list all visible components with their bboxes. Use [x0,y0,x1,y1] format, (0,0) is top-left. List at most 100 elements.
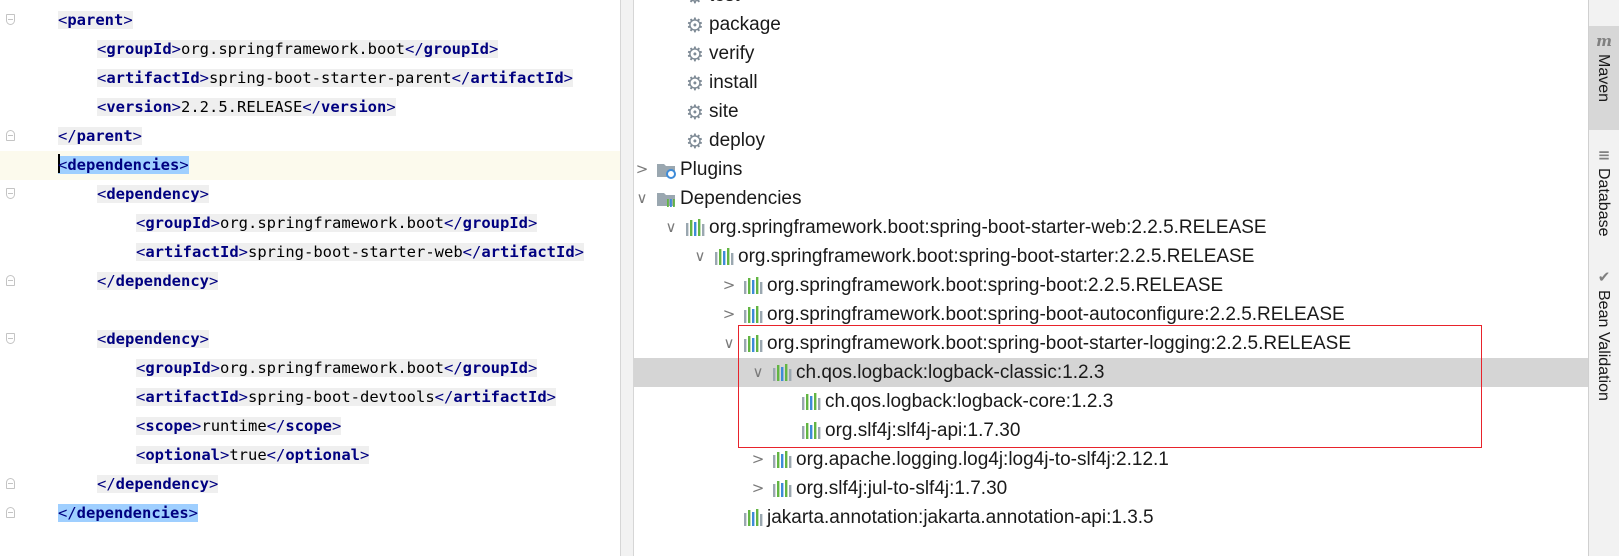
tree-node-label: org.springframework.boot:spring-boot-sta… [738,246,1255,267]
tree-node[interactable]: > org.springframework.boot:spring-boot-au… [634,300,1588,329]
tree-node[interactable]: > org.apache.logging.log4j:log4j-to-slf4j… [634,445,1588,474]
tree-node[interactable]: > Plugins [634,155,1588,184]
tree-node[interactable]: org.slf4j:slf4j-api:1.7.30 [634,416,1588,445]
tree-node-label: org.springframework.boot:spring-boot-sta… [767,333,1352,354]
tag-bracket: > [488,40,499,58]
tag-name: dependency [115,475,209,493]
code-line[interactable]: <optional>true</optional> [0,441,620,470]
tree-node[interactable]: ⚙ package [634,10,1588,39]
maven-tree[interactable]: ⚙test⚙package⚙verify⚙install⚙site⚙deploy… [634,0,1588,556]
code-line[interactable]: </dependency> [0,267,620,296]
pane-splitter[interactable] [620,0,634,556]
tag-value: org.springframework.boot [220,359,444,377]
chevron-down-icon[interactable]: ∨ [634,184,651,213]
code-line-text: <artifactId>spring-boot-starter-web</art… [136,238,584,267]
tag-bracket: > [210,214,221,232]
code-editor[interactable]: <parent> <groupId>org.springframework.boo… [0,0,620,556]
chevron-down-icon[interactable]: ∨ [691,242,709,271]
tag-name: version [106,98,172,116]
code-line[interactable]: <artifactId>spring-boot-devtools</artifa… [0,383,620,412]
tag-name: artifactId [481,243,575,261]
code-line[interactable]: </parent> [0,122,620,151]
code-line[interactable]: <parent> [0,6,620,35]
tag-name: groupId [145,359,211,377]
chevron-right-icon[interactable]: > [749,445,767,474]
tree-node[interactable]: > org.springframework.boot:spring-boot:2.… [634,271,1588,300]
right-tool-strip: h mMaven≡Database✔Bean Validation [1588,0,1619,556]
tag-bracket: > [123,11,133,29]
chevron-down-icon[interactable]: ∨ [662,213,680,242]
tag-value: spring-boot-starter-parent [209,69,452,87]
tool-window-database[interactable]: ≡ Database [1589,140,1619,248]
tag-name: artifactId [453,388,547,406]
chevron-down-icon[interactable]: ∨ [749,358,767,387]
library-icon [801,393,821,411]
tag-bracket: < [136,214,146,232]
tree-node-label: deploy [709,130,765,151]
tag-name: dependency [106,330,200,348]
code-line[interactable]: <dependencies> [0,151,620,180]
tag-bracket: > [199,330,210,348]
tag-bracket: > [332,417,342,435]
code-line-text: <version>2.2.5.RELEASE</version> [97,93,396,122]
tag-name: optional [145,446,220,464]
code-line[interactable]: <artifactId>spring-boot-starter-web</art… [0,238,620,267]
tree-node-label: org.slf4j:slf4j-api:1.7.30 [825,420,1021,441]
code-line[interactable]: <groupId>org.springframework.boot</group… [0,35,620,64]
tree-node[interactable]: ⚙ verify [634,39,1588,68]
tag-bracket: > [546,388,556,406]
tree-node[interactable]: > org.slf4j:jul-to-slf4j:1.7.30 [634,474,1588,503]
code-line[interactable]: <scope>runtime</scope> [0,412,620,441]
chevron-right-icon[interactable]: > [749,474,767,503]
code-line[interactable]: <dependency> [0,325,620,354]
tree-node[interactable]: ch.qos.logback:logback-core:1.2.3 [634,387,1588,416]
chevron-right-icon[interactable]: > [634,155,651,184]
tag-bracket: </ [443,214,463,232]
tree-node[interactable]: ⚙ test [634,0,1588,10]
tag-bracket: </ [462,243,482,261]
tool-window-bean-validation[interactable]: ✔ Bean Validation [1589,262,1619,422]
xml-tag: <dependency> [97,185,210,203]
tag-bracket: > [563,69,573,87]
chevron-down-icon[interactable]: ∨ [720,329,738,358]
tree-node[interactable]: ∨ org.springframework.boot:spring-boot-st… [634,242,1588,271]
xml-tag: <dependency> [97,330,210,348]
code-line-text: <parent> [58,6,133,35]
code-line-text: </dependency> [97,267,219,296]
tree-node[interactable]: ∨ org.springframework.boot:spring-boot-st… [634,213,1588,242]
code-line-text: <dependency> [97,180,210,209]
tool-window-label: Database [1595,168,1612,237]
tree-node-label: install [709,72,758,93]
tree-node[interactable]: ∨ org.springframework.boot:spring-boot-st… [634,329,1588,358]
gear-icon: ⚙ [686,71,704,95]
code-line[interactable]: <dependency> [0,180,620,209]
tree-node[interactable]: ⚙ install [634,68,1588,97]
code-line[interactable]: </dependencies> [0,499,620,528]
code-line[interactable] [0,296,620,325]
tag-bracket: </ [266,446,286,464]
code-line[interactable]: <version>2.2.5.RELEASE</version> [0,93,620,122]
tag-bracket: > [238,243,249,261]
tag-bracket: < [58,156,68,174]
code-line[interactable]: <groupId>org.springframework.boot</group… [0,354,620,383]
tree-node[interactable]: jakarta.annotation:jakarta.annotation-ap… [634,503,1588,532]
code-line[interactable]: <groupId>org.springframework.boot</group… [0,209,620,238]
chevron-right-icon[interactable]: > [720,271,738,300]
tag-name: scope [285,417,333,435]
gear-icon: ⚙ [686,42,704,66]
dependencies-folder-icon [656,190,676,208]
tree-node[interactable]: ⚙ site [634,97,1588,126]
code-line[interactable]: <artifactId>spring-boot-starter-parent</… [0,64,620,93]
tree-node[interactable]: ∨ ch.qos.logback:logback-classic:1.2.3 [634,358,1588,387]
library-icon [685,219,705,237]
code-line-text: </dependency> [97,470,219,499]
code-line[interactable]: </dependency> [0,470,620,499]
tree-node[interactable]: ∨ Dependencies [634,184,1588,213]
tree-node[interactable]: ⚙ deploy [634,126,1588,155]
tool-window-maven[interactable]: m Maven [1589,26,1619,130]
tag-bracket: < [97,330,107,348]
tag-bracket: > [210,359,221,377]
tag-name: dependencies [76,504,189,522]
chevron-right-icon[interactable]: > [720,300,738,329]
tag-name: dependency [106,185,200,203]
